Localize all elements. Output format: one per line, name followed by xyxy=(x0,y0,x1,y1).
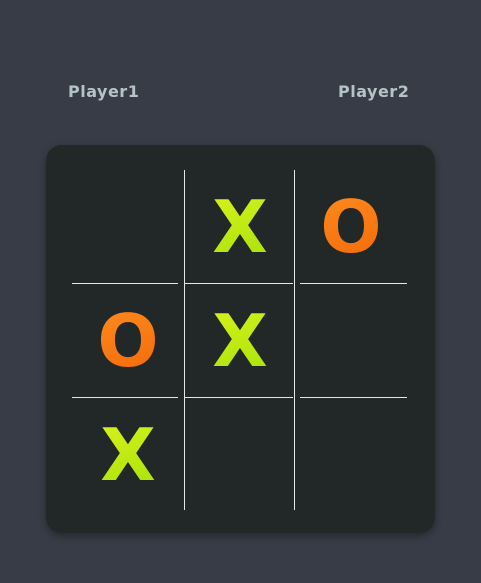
x-mark: X xyxy=(212,298,268,383)
board-cell-3[interactable]: O xyxy=(72,284,184,397)
board-cell-6[interactable]: X xyxy=(72,398,184,511)
x-mark: X xyxy=(100,412,156,497)
board-cell-7[interactable] xyxy=(184,398,296,511)
board-cell-2[interactable]: O xyxy=(295,170,407,283)
board-cell-4[interactable]: X xyxy=(184,284,296,397)
board-cell-5[interactable] xyxy=(295,284,407,397)
board-cell-1[interactable]: X xyxy=(184,170,296,283)
o-mark: O xyxy=(320,184,382,269)
x-mark: X xyxy=(212,184,268,269)
game-board: X O O X X xyxy=(46,145,435,533)
board-cell-0[interactable] xyxy=(72,170,184,283)
board-grid: X O O X X xyxy=(72,170,408,510)
board-cell-8[interactable] xyxy=(295,398,407,511)
player2-label: Player2 xyxy=(338,82,410,101)
o-mark: O xyxy=(97,298,159,383)
player1-label: Player1 xyxy=(68,82,140,101)
